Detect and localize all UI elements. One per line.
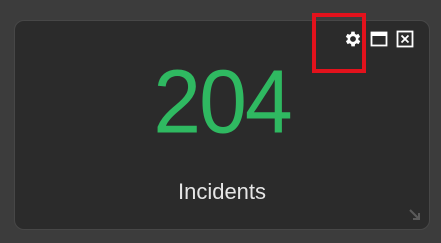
incident-label: Incidents bbox=[177, 179, 267, 204]
resize-arrow-icon bbox=[407, 209, 423, 227]
widget-toolbar bbox=[342, 30, 416, 52]
maximize-button[interactable] bbox=[368, 30, 390, 52]
settings-button[interactable] bbox=[342, 30, 364, 52]
incidents-widget: 204 Incidents bbox=[14, 20, 430, 230]
close-icon bbox=[396, 30, 414, 53]
gear-icon bbox=[343, 29, 363, 54]
resize-handle[interactable] bbox=[407, 207, 423, 223]
close-button[interactable] bbox=[394, 30, 416, 52]
incident-count: 204 bbox=[153, 51, 293, 153]
maximize-icon bbox=[370, 30, 388, 53]
